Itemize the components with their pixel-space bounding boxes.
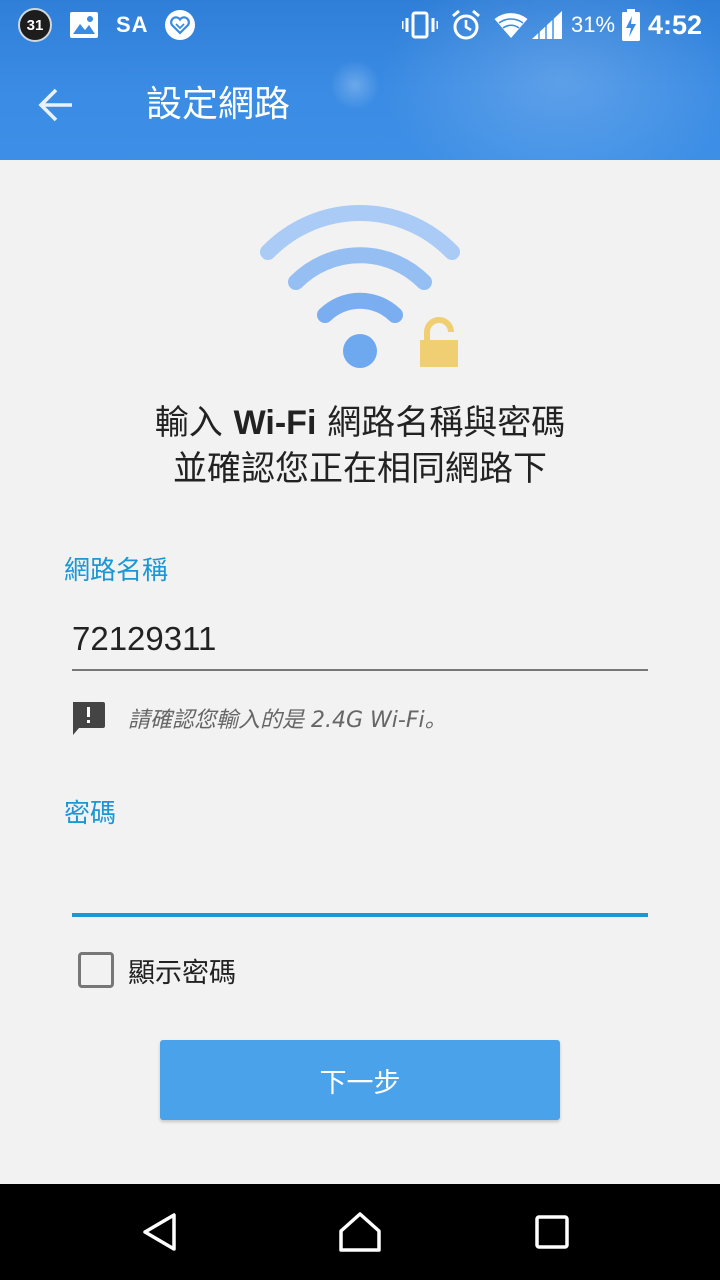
warning-text: 請確認您輸入的是 2.4G Wi-Fi。 [128,708,447,733]
feedback-alert-icon [73,702,105,735]
image-icon [70,0,98,50]
next-button[interactable]: 下一步 [160,1040,560,1120]
instruction-line-1-pre: 輸入 [154,403,234,443]
vibrate-icon [402,0,438,50]
ssid-label: 網路名稱 [64,556,169,586]
instruction-line-1-post: 網路名稱與密碼 [316,403,566,443]
back-button[interactable] [28,80,84,130]
status-time: 4:52 [648,9,703,40]
ssid-underline [72,669,648,671]
nav-recents-button[interactable] [504,1184,600,1280]
nav-back-icon [143,1213,176,1251]
password-label: 密碼 [64,799,117,829]
nav-home-icon [339,1212,381,1252]
wifi-lock-icon [250,200,470,375]
password-input[interactable] [72,862,648,912]
nav-home-button[interactable] [312,1184,408,1280]
signal-icon [532,0,562,50]
ssid-warning: 請確認您輸入的是 2.4G Wi-Fi。 [70,698,447,738]
instruction-line-1: 輸入 Wi-Fi 網路名稱與密碼 [0,400,720,446]
battery-percent: 31% [571,12,616,37]
heart-icon [164,0,196,50]
status-bar: 31 SA 31% 4:52 [0,0,720,50]
nav-back-button[interactable] [112,1184,208,1280]
password-underline [72,913,648,917]
show-password-checkbox[interactable] [78,952,114,988]
app-bar: 設定網路 [0,50,720,160]
carrier-text: SA [116,12,149,37]
battery-charging-icon [622,0,640,50]
instruction-line-2: 並確認您正在相同網路下 [173,449,547,489]
app-header: 31 SA 31% 4:52 設定網路 [0,0,720,160]
instruction-line-1-wifi: Wi-Fi [233,404,317,442]
page-title: 設定網路 [146,84,291,125]
instruction-text: 輸入 Wi-Fi 網路名稱與密碼 並確認您正在相同網路下 [0,400,720,492]
show-password-label: 顯示密碼 [128,957,236,989]
calendar-badge-number: 31 [18,8,52,42]
nav-recents-icon [535,1215,569,1249]
navigation-bar [0,1184,720,1280]
calendar-badge-icon: 31 [18,0,52,50]
ssid-input[interactable] [72,614,648,664]
show-password-toggle[interactable]: 顯示密碼 [78,950,236,990]
arrow-back-icon [38,88,72,122]
alarm-icon [450,0,482,50]
wifi-icon [494,0,528,50]
